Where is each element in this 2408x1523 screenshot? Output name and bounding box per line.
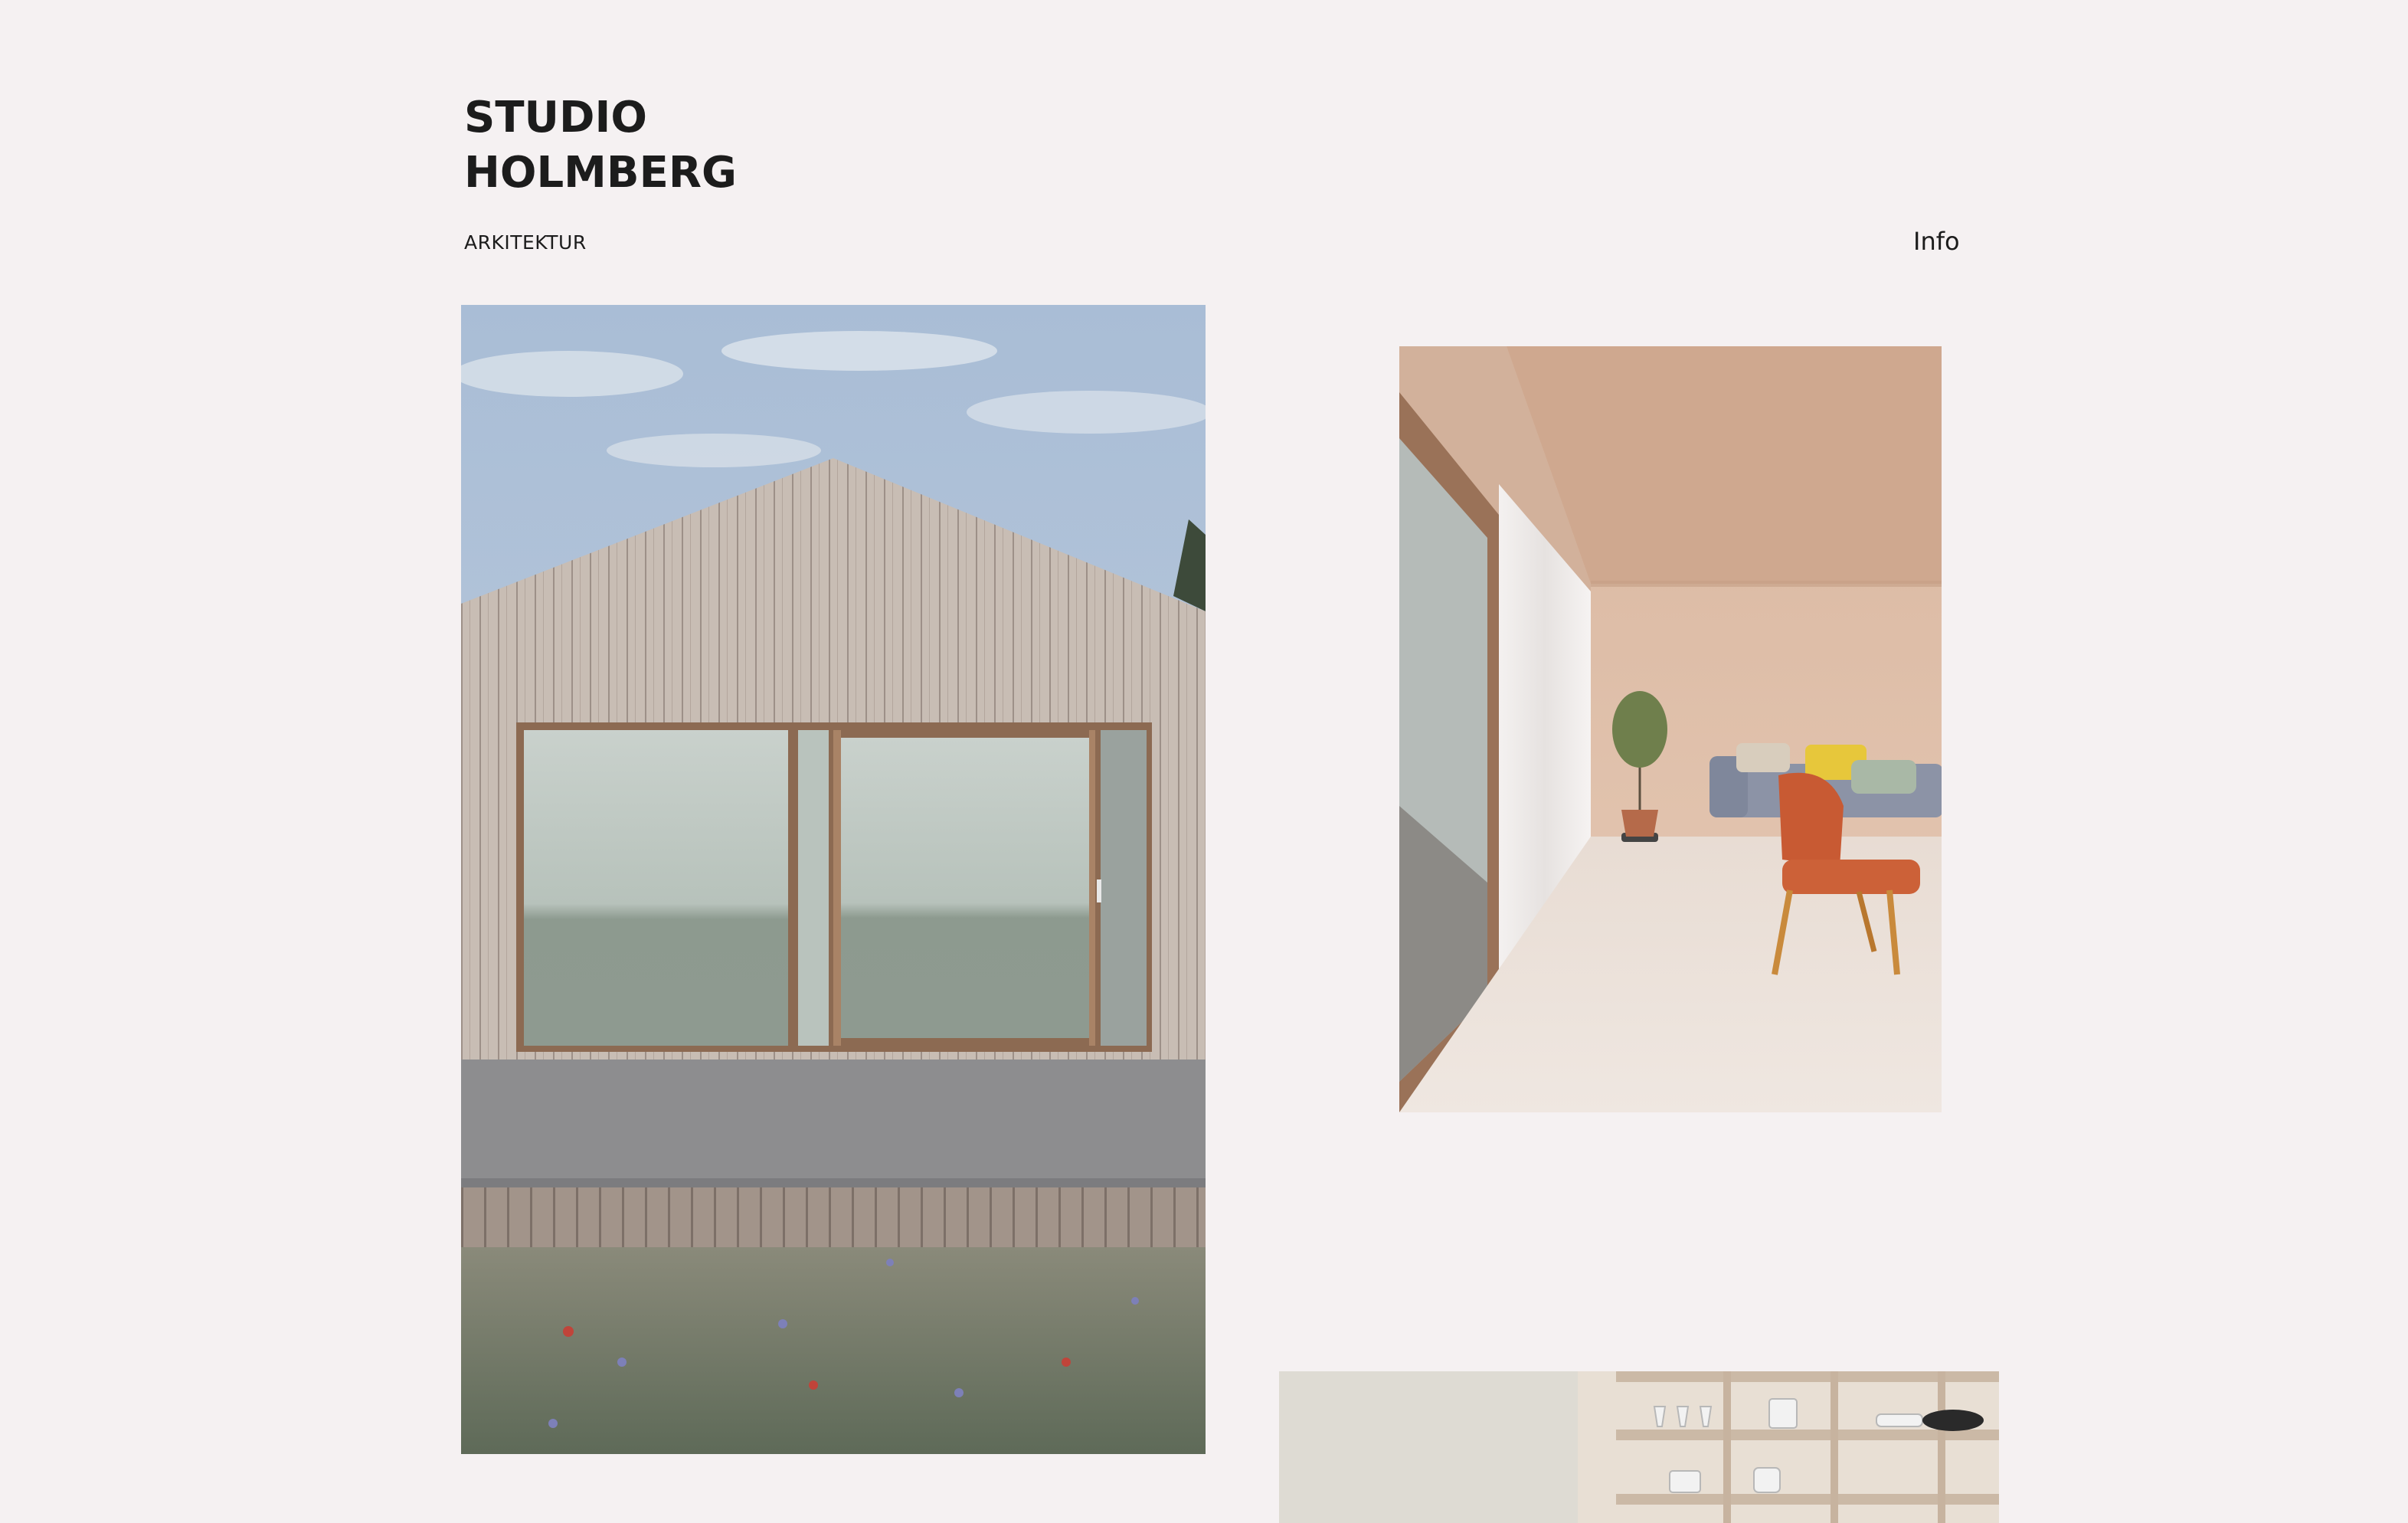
- brand-line-2: HOLMBERG: [464, 148, 737, 198]
- brand-line-1: STUDIO: [464, 93, 647, 142]
- interior-image: [1399, 346, 1942, 1112]
- project-photo-house-exterior[interactable]: [461, 305, 1206, 1454]
- kitchen-image: [1279, 1371, 1999, 1523]
- house-exterior-image: [461, 305, 1206, 1454]
- nav-info-link[interactable]: Info: [1913, 227, 1960, 256]
- project-photo-kitchen[interactable]: [1279, 1371, 1999, 1523]
- brand-logo[interactable]: STUDIO HOLMBERG: [464, 90, 737, 201]
- site-tagline: ARKITEKTUR: [464, 231, 587, 254]
- project-photo-interior[interactable]: [1399, 346, 1942, 1112]
